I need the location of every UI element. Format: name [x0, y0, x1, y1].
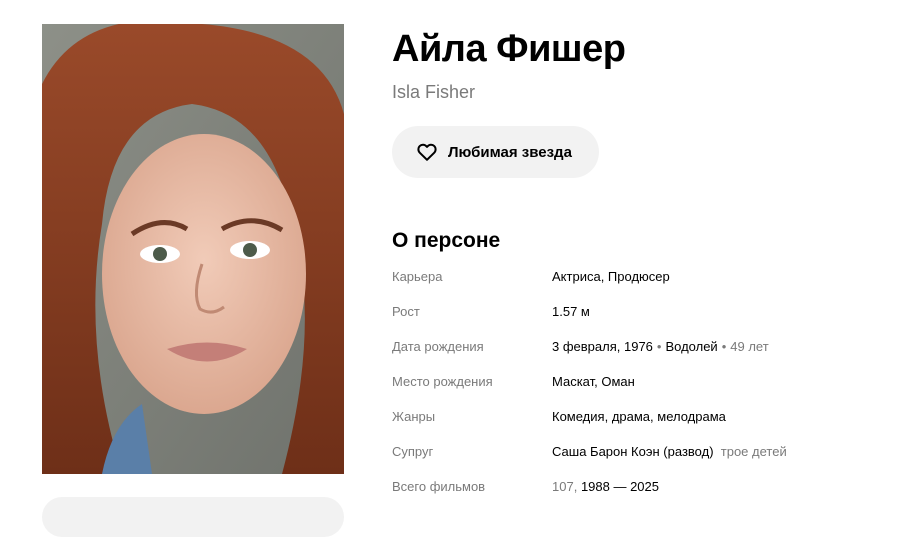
career-actress-link[interactable]: Актриса — [552, 269, 601, 284]
spouse-link[interactable]: Саша Барон Коэн — [552, 444, 660, 459]
career-label: Карьера — [392, 269, 443, 284]
zodiac-link[interactable]: Водолей — [665, 339, 717, 354]
secondary-action-button[interactable] — [42, 497, 344, 537]
genres-value: Комедия, драма, мелодрама — [552, 409, 726, 424]
spouse-status: (развод) — [663, 444, 714, 459]
genres-label: Жанры — [392, 409, 436, 424]
total-films-label: Всего фильмов — [392, 479, 486, 494]
person-portrait — [42, 24, 344, 474]
total-films-value: 107, 1988 — 2025 — [552, 479, 659, 495]
person-header: Айла Фишер Isla Fisher Любимая звезда О … — [392, 24, 872, 514]
original-name: Isla Fisher — [392, 82, 476, 102]
info-row-birth-date: Дата рождения 3 февраля, 1976 • Водолей • 49… — [392, 339, 872, 374]
birth-country-link[interactable]: Оман — [601, 374, 634, 389]
films-count: 107 — [552, 479, 574, 494]
heart-icon — [416, 141, 438, 163]
info-row-height: Рост 1.57 м — [392, 304, 872, 339]
birth-city-link[interactable]: Маскат — [552, 374, 594, 389]
info-row-spouse: Супруг Саша Барон Коэн (развод) трое дет… — [392, 444, 872, 479]
separator-dot: • — [656, 339, 662, 354]
genre-link[interactable]: Комедия — [552, 409, 605, 424]
career-value: Актриса, Продюсер — [552, 269, 670, 285]
info-row-career: Карьера Актриса, Продюсер — [392, 269, 872, 304]
age-value: 49 лет — [730, 339, 769, 354]
films-years: 1988 — 2025 — [580, 479, 660, 494]
birth-place-value: Маскат, Оман — [552, 374, 635, 390]
height-value: 1.57 м — [552, 304, 590, 319]
career-producer-link[interactable]: Продюсер — [608, 269, 670, 284]
separator-dot: • — [721, 339, 727, 354]
genre-link[interactable]: драма — [612, 409, 650, 424]
person-info-table: Карьера Актриса, Продюсер Рост 1.57 м Да… — [392, 269, 872, 514]
children-count: трое детей — [720, 444, 787, 459]
person-photo[interactable] — [42, 24, 344, 474]
career-separator: , — [600, 269, 608, 284]
films-separator: , — [573, 479, 581, 494]
about-section-title: О персоне — [392, 229, 501, 252]
info-row-genres: Жанры Комедия, драма, мелодрама — [392, 409, 872, 444]
birth-place-label: Место рождения — [392, 374, 493, 389]
favorite-star-button[interactable]: Любимая звезда — [392, 126, 599, 178]
favorite-star-label: Любимая звезда — [448, 143, 572, 161]
page-title: Айла Фишер — [392, 28, 626, 70]
spouse-value: Саша Барон Коэн (развод) трое детей — [552, 444, 787, 460]
info-row-total-films: Всего фильмов 107, 1988 — 2025 — [392, 479, 872, 514]
birth-date-label: Дата рождения — [392, 339, 484, 354]
spouse-label: Супруг — [392, 444, 434, 459]
birth-date-link[interactable]: 3 февраля, 1976 — [552, 339, 653, 354]
genre-link[interactable]: мелодрама — [657, 409, 726, 424]
info-row-birth-place: Место рождения Маскат, Оман — [392, 374, 872, 409]
birth-date-value: 3 февраля, 1976 • Водолей • 49 лет — [552, 339, 769, 355]
height-label: Рост — [392, 304, 420, 319]
